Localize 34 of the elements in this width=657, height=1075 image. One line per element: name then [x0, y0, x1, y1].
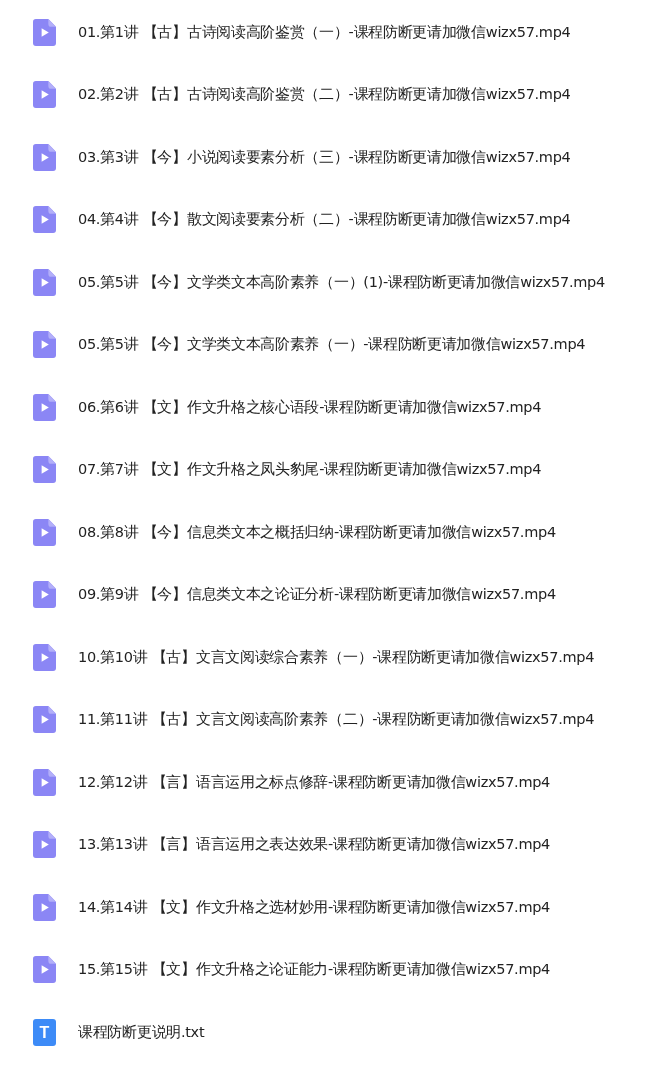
video-file-icon	[33, 456, 56, 484]
video-file-icon	[33, 18, 56, 46]
file-name[interactable]: 01.第1讲 【古】古诗阅读高阶鉴赏（一）-课程防断更请加微信wizx57.mp4	[78, 22, 571, 42]
video-file-icon	[33, 893, 56, 921]
file-name[interactable]: 10.第10讲 【古】文言文阅读综合素养（一）-课程防断更请加微信wizx57.mp4	[78, 647, 595, 667]
file-name[interactable]: 课程防断更说明.txt	[78, 1022, 205, 1042]
file-name[interactable]: 12.第12讲 【言】语言运用之标点修辞-课程防断更请加微信wizx57.mp4	[78, 772, 551, 792]
file-name[interactable]: 06.第6讲 【文】作文升格之核心语段-课程防断更请加微信wizx57.mp4	[78, 397, 542, 417]
video-file-icon	[33, 143, 56, 171]
file-name[interactable]: 11.第11讲 【古】文言文阅读高阶素养（二）-课程防断更请加微信wizx57.mp4	[78, 710, 595, 730]
video-file-icon	[33, 331, 56, 359]
file-name[interactable]: 09.第9讲 【今】信息类文本之论证分析-课程防断更请加微信wizx57.mp4	[78, 585, 556, 605]
file-name[interactable]: 13.第13讲 【言】语言运用之表达效果-课程防断更请加微信wizx57.mp4	[78, 835, 551, 855]
video-file-icon	[33, 206, 56, 234]
file-name[interactable]: 07.第7讲 【文】作文升格之凤头豹尾-课程防断更请加微信wizx57.mp4	[78, 460, 542, 480]
video-file-icon	[33, 581, 56, 609]
text-file-icon: T	[33, 1018, 56, 1046]
video-file-icon	[33, 831, 56, 859]
file-name[interactable]: 14.第14讲 【文】作文升格之选材妙用-课程防断更请加微信wizx57.mp4	[78, 897, 551, 917]
video-file-icon	[33, 643, 56, 671]
file-name[interactable]: 05.第5讲 【今】文学类文本高阶素养（一）-课程防断更请加微信wizx57.mp4	[78, 335, 586, 355]
video-file-icon	[33, 393, 56, 421]
video-file-icon	[33, 81, 56, 109]
file-name[interactable]: 05.第5讲 【今】文学类文本高阶素养（一）(1)-课程防断更请加微信wizx57.mp4	[78, 272, 605, 292]
video-file-icon	[33, 768, 56, 796]
video-file-icon	[33, 706, 56, 734]
file-name[interactable]: 03.第3讲 【今】小说阅读要素分析（三）-课程防断更请加微信wizx57.mp4	[78, 147, 571, 167]
video-file-icon	[33, 956, 56, 984]
video-file-icon	[33, 518, 56, 546]
file-name[interactable]: 08.第8讲 【今】信息类文本之概括归纳-课程防断更请加微信wizx57.mp4	[78, 522, 556, 542]
file-name[interactable]: 15.第15讲 【文】作文升格之论证能力-课程防断更请加微信wizx57.mp4	[78, 960, 551, 980]
video-file-icon	[33, 268, 56, 296]
file-name[interactable]: 04.第4讲 【今】散文阅读要素分析（二）-课程防断更请加微信wizx57.mp4	[78, 210, 571, 230]
file-name[interactable]: 02.第2讲 【古】古诗阅读高阶鉴赏（二）-课程防断更请加微信wizx57.mp4	[78, 85, 571, 105]
